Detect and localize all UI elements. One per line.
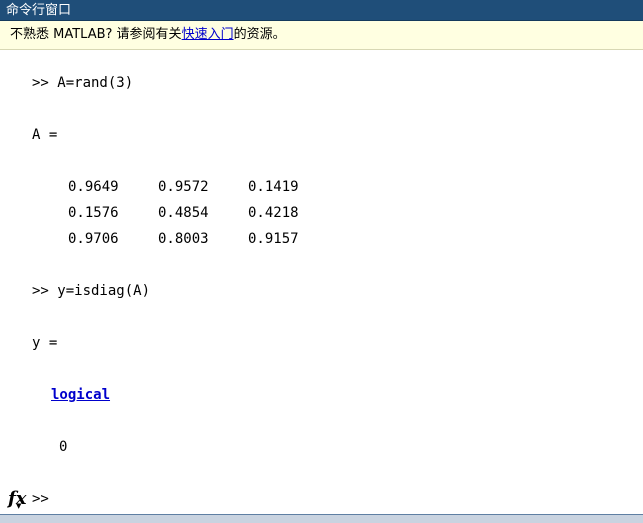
command-line-rand: >> A=rand(3) <box>32 75 134 91</box>
command-line-isdiag: >> y=isdiag(A) <box>32 283 151 299</box>
chevron-down-icon: ▼ <box>16 501 22 510</box>
matrix-a-cell: 0.1576 <box>68 205 119 221</box>
function-browser-button[interactable]: fx ▼ <box>8 486 26 512</box>
output-y-value: 0 <box>59 439 68 455</box>
matrix-a-cell: 0.1419 <box>248 179 299 195</box>
quick-start-link[interactable]: 快速入门 <box>182 27 234 42</box>
command-window-output[interactable]: >> A=rand(3) A = 0.9649 0.9572 0.1419 0.… <box>0 50 643 514</box>
matrix-a-cell: 0.8003 <box>158 231 209 247</box>
matrix-a-cell: 0.4854 <box>158 205 209 221</box>
command-input[interactable] <box>52 489 641 511</box>
window-title: 命令行窗口 <box>0 0 643 21</box>
matrix-a-cell: 0.4218 <box>248 205 299 221</box>
getting-started-infobar: 不熟悉 MATLAB? 请参阅有关快速入门的资源。 <box>0 21 643 50</box>
matrix-a-cell: 0.9572 <box>158 179 209 195</box>
logical-type-link[interactable]: logical <box>51 387 110 403</box>
infobar-suffix-text: 的资源。 <box>233 27 286 42</box>
prompt-symbol: >> <box>32 491 49 507</box>
matrix-a-cell: 0.9649 <box>68 179 119 195</box>
output-y-header: y = <box>32 335 58 351</box>
infobar-prefix-text: 不熟悉 MATLAB? 请参阅有关 <box>10 27 182 42</box>
command-prompt-row: fx ▼ >> <box>0 486 643 514</box>
matrix-a-cell: 0.9706 <box>68 231 119 247</box>
matrix-a-cell: 0.9157 <box>248 231 299 247</box>
output-a-header: A = <box>32 127 58 143</box>
